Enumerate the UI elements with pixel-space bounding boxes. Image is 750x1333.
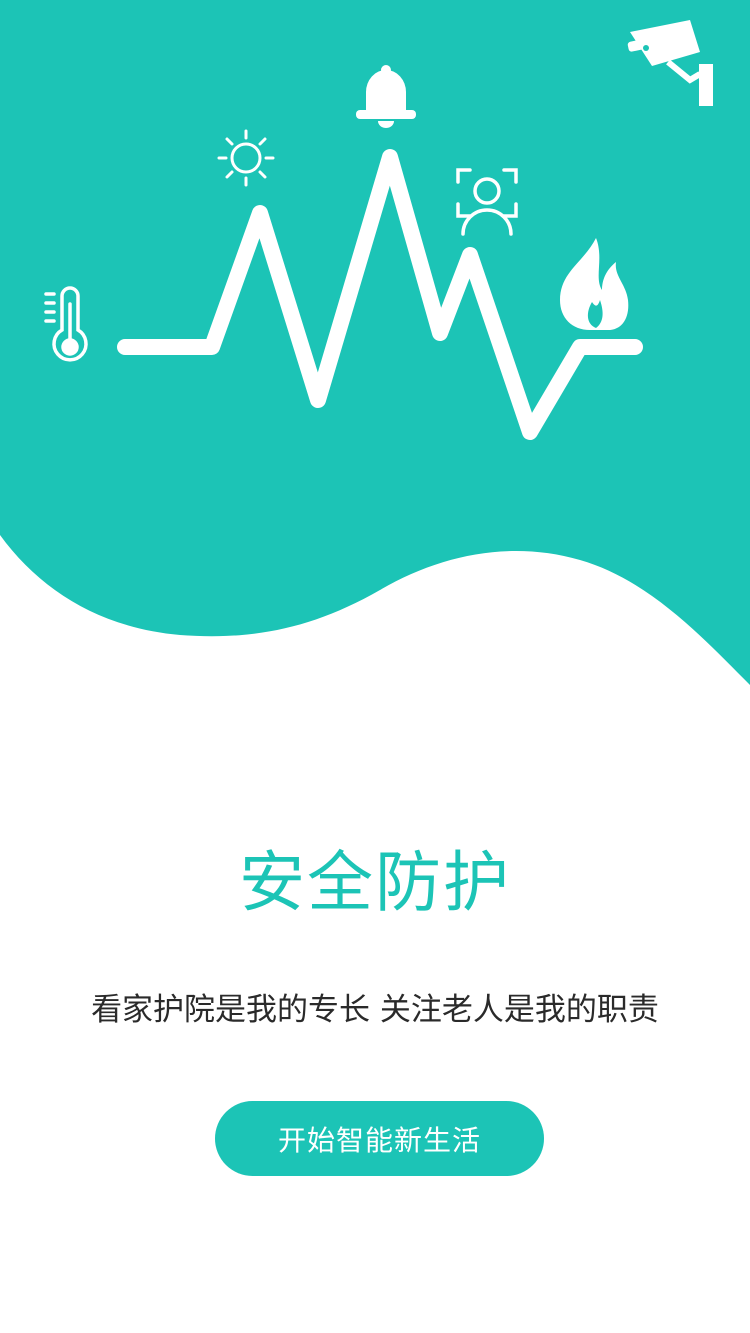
hero-illustration (0, 0, 750, 685)
start-button[interactable]: 开始智能新生活 (215, 1101, 544, 1176)
page-title: 安全防护 (239, 844, 511, 921)
onboarding-screen: 安全防护 看家护院是我的专长 关注老人是我的职责 开始智能新生活 (0, 0, 750, 1333)
page-subtitle: 看家护院是我的专长 关注老人是我的职责 (91, 992, 659, 1028)
